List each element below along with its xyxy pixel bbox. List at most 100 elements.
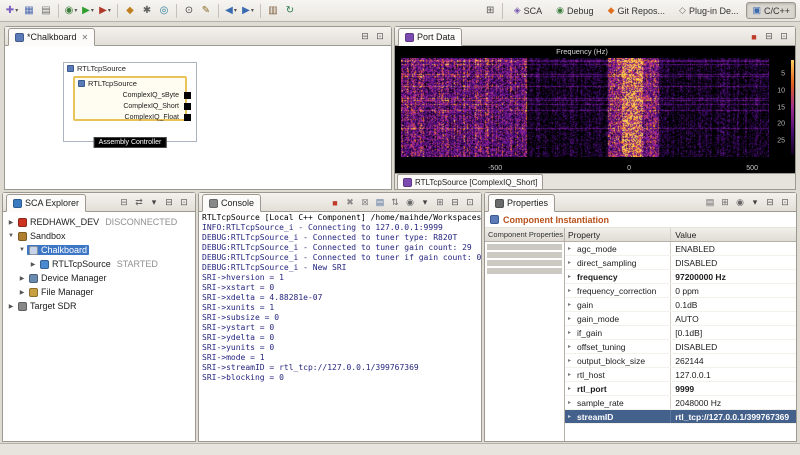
maximize-view-icon[interactable]: ⊡: [464, 196, 476, 209]
tree-item-file-manager[interactable]: ▶File Manager: [3, 285, 195, 299]
tab-chalkboard[interactable]: *Chalkboard ✕: [8, 28, 95, 46]
property-row-direct_sampling[interactable]: ▸direct_samplingDISABLED: [565, 256, 796, 270]
pin-view-icon[interactable]: ◉: [734, 196, 746, 209]
expander-icon[interactable]: ▸: [568, 399, 575, 406]
tree-expander-icon[interactable]: ▼: [6, 233, 16, 239]
toolbar-target-sdr-icon[interactable]: ◎: [156, 3, 172, 19]
property-row-if_gain[interactable]: ▸if_gain[0.1dB]: [565, 326, 796, 340]
expander-icon[interactable]: ▸: [568, 259, 575, 266]
rtltcpsource-component[interactable]: RTLTcpSource RTLTcpSource ComplexIQ_sByt…: [63, 62, 197, 142]
close-tab-icon[interactable]: ✕: [82, 33, 89, 42]
remove-launch-icon[interactable]: ✖: [344, 196, 356, 209]
tree-item-redhawk-dev[interactable]: ▶REDHAWK_DEVDISCONNECTED: [3, 215, 195, 229]
toolbar-refresh-icon[interactable]: ↻: [282, 3, 298, 19]
chalkboard-diagram[interactable]: RTLTcpSource RTLTcpSource ComplexIQ_sByt…: [5, 46, 391, 189]
port-complexiq_float[interactable]: ComplexIQ_Float: [75, 112, 185, 123]
tree-item-rtltcpsource[interactable]: ▶RTLTcpSourceSTARTED: [3, 257, 195, 271]
expander-icon[interactable]: ▸: [568, 343, 575, 350]
rtltcpsource-component-body[interactable]: RTLTcpSource ComplexIQ_sByteComplexIQ_Sh…: [73, 76, 187, 121]
property-row-frequency_correction[interactable]: ▸frequency_correction0 ppm: [565, 284, 796, 298]
tab-console[interactable]: Console: [202, 194, 261, 212]
toolbar-annotation-icon[interactable]: ✎: [198, 3, 214, 19]
expander-icon[interactable]: ▸: [568, 329, 575, 336]
toolbar-back-icon[interactable]: ◀▾: [223, 3, 239, 19]
perspective-sca[interactable]: ◈SCA: [508, 2, 548, 19]
view-menu-icon[interactable]: ▾: [749, 196, 761, 209]
property-row-gain_mode[interactable]: ▸gain_modeAUTO: [565, 312, 796, 326]
perspective-plug-in-de[interactable]: ◇Plug-in De...: [673, 2, 744, 19]
minimize-view-icon[interactable]: ⊟: [763, 30, 775, 43]
stop-plot-icon[interactable]: ■: [748, 30, 760, 43]
property-row-frequency[interactable]: ▸frequency97200000 Hz: [565, 270, 796, 284]
maximize-view-icon[interactable]: ⊡: [374, 30, 386, 43]
pin-console-icon[interactable]: ◉: [404, 196, 416, 209]
component-properties-panel[interactable]: Component Properties: [485, 228, 565, 441]
tree-expander-icon[interactable]: ▶: [6, 219, 16, 226]
uses-port-icon[interactable]: [184, 114, 191, 121]
maximize-view-icon[interactable]: ⊡: [178, 196, 190, 209]
expander-icon[interactable]: ▸: [568, 315, 575, 322]
link-with-editor-icon[interactable]: ⇄: [133, 196, 145, 209]
tree-item-sandbox[interactable]: ▼Sandbox: [3, 229, 195, 243]
expander-icon[interactable]: ▸: [568, 385, 575, 392]
expander-icon[interactable]: ▸: [568, 413, 575, 420]
property-row-agc_mode[interactable]: ▸agc_modeENABLED: [565, 242, 796, 256]
remove-all-launches-icon[interactable]: ⊠: [359, 196, 371, 209]
spectrogram-plot[interactable]: Frequency (Hz) 510152025 -5000500: [395, 46, 795, 173]
tab-sca-explorer[interactable]: SCA Explorer: [6, 194, 86, 212]
tab-rtltcpsource-complexiq-short[interactable]: RTLTcpSource [ComplexIQ_Short]: [397, 174, 543, 189]
tree-expander-icon[interactable]: ▶: [28, 261, 38, 268]
toolbar-search-icon[interactable]: ⊙: [181, 3, 197, 19]
toolbar-save-icon[interactable]: ▦: [21, 3, 37, 19]
toolbar-new-icon[interactable]: ✚▾: [4, 3, 20, 19]
expander-icon[interactable]: ▸: [568, 245, 575, 252]
toolbar-print-icon[interactable]: ▤: [38, 3, 54, 19]
property-row-streamID[interactable]: ▸streamIDrtl_tcp://127.0.0.1/399767369: [565, 410, 796, 424]
port-complexiq_short[interactable]: ComplexIQ_Short: [75, 101, 185, 112]
property-row-rtl_host[interactable]: ▸rtl_host127.0.0.1: [565, 368, 796, 382]
scroll-lock-icon[interactable]: ⇅: [389, 196, 401, 209]
tab-port-data[interactable]: Port Data: [398, 28, 462, 46]
expander-icon[interactable]: ▸: [568, 371, 575, 378]
minimize-view-icon[interactable]: ⊟: [163, 196, 175, 209]
column-header-property[interactable]: Property: [565, 228, 671, 241]
display-console-icon[interactable]: ▾: [419, 196, 431, 209]
minimize-view-icon[interactable]: ⊟: [764, 196, 776, 209]
toolbar-external-tools-icon[interactable]: ▶▾: [97, 3, 113, 19]
tree-expander-icon[interactable]: ▼: [17, 247, 27, 253]
show-advanced-icon[interactable]: ⊞: [719, 196, 731, 209]
perspective-c-c[interactable]: ▣C/C++: [746, 2, 796, 19]
terminate-icon[interactable]: ■: [329, 196, 341, 209]
property-row-gain[interactable]: ▸gain0.1dB: [565, 298, 796, 312]
property-row-output_block_size[interactable]: ▸output_block_size262144: [565, 354, 796, 368]
perspective-git-repos[interactable]: ◆Git Repos...: [602, 2, 671, 19]
perspective-debug[interactable]: ◉Debug: [550, 2, 599, 19]
property-row-offset_tuning[interactable]: ▸offset_tuningDISABLED: [565, 340, 796, 354]
tab-properties[interactable]: Properties: [488, 194, 555, 212]
maximize-view-icon[interactable]: ⊡: [779, 196, 791, 209]
open-perspective-icon[interactable]: ⊞: [483, 3, 503, 19]
uses-port-icon[interactable]: [184, 103, 191, 110]
tree-item-chalkboard[interactable]: ▼Chalkboard: [3, 243, 195, 257]
toolbar-run-icon[interactable]: ▶▾: [80, 3, 96, 19]
minimize-view-icon[interactable]: ⊟: [359, 30, 371, 43]
clear-console-icon[interactable]: ▤: [374, 196, 386, 209]
tree-item-device-manager[interactable]: ▶Device Manager: [3, 271, 195, 285]
toolbar-build-icon[interactable]: ▥: [265, 3, 281, 19]
view-menu-icon[interactable]: ▾: [148, 196, 160, 209]
uses-port-icon[interactable]: [184, 92, 191, 99]
collapse-all-icon[interactable]: ⊟: [118, 196, 130, 209]
expander-icon[interactable]: ▸: [568, 301, 575, 308]
expander-icon[interactable]: ▸: [568, 273, 575, 280]
toolbar-new-sca-project-icon[interactable]: ◆: [122, 3, 138, 19]
toolbar-code-generator-icon[interactable]: ✱: [139, 3, 155, 19]
minimize-view-icon[interactable]: ⊟: [449, 196, 461, 209]
property-row-rtl_port[interactable]: ▸rtl_port9999: [565, 382, 796, 396]
show-categories-icon[interactable]: ▤: [704, 196, 716, 209]
toolbar-forward-icon[interactable]: ▶▾: [240, 3, 256, 19]
tree-expander-icon[interactable]: ▶: [6, 303, 16, 310]
open-console-icon[interactable]: ⊞: [434, 196, 446, 209]
tree-item-target-sdr[interactable]: ▶Target SDR: [3, 299, 195, 313]
port-complexiq_sbyte[interactable]: ComplexIQ_sByte: [75, 90, 185, 101]
expander-icon[interactable]: ▸: [568, 357, 575, 364]
